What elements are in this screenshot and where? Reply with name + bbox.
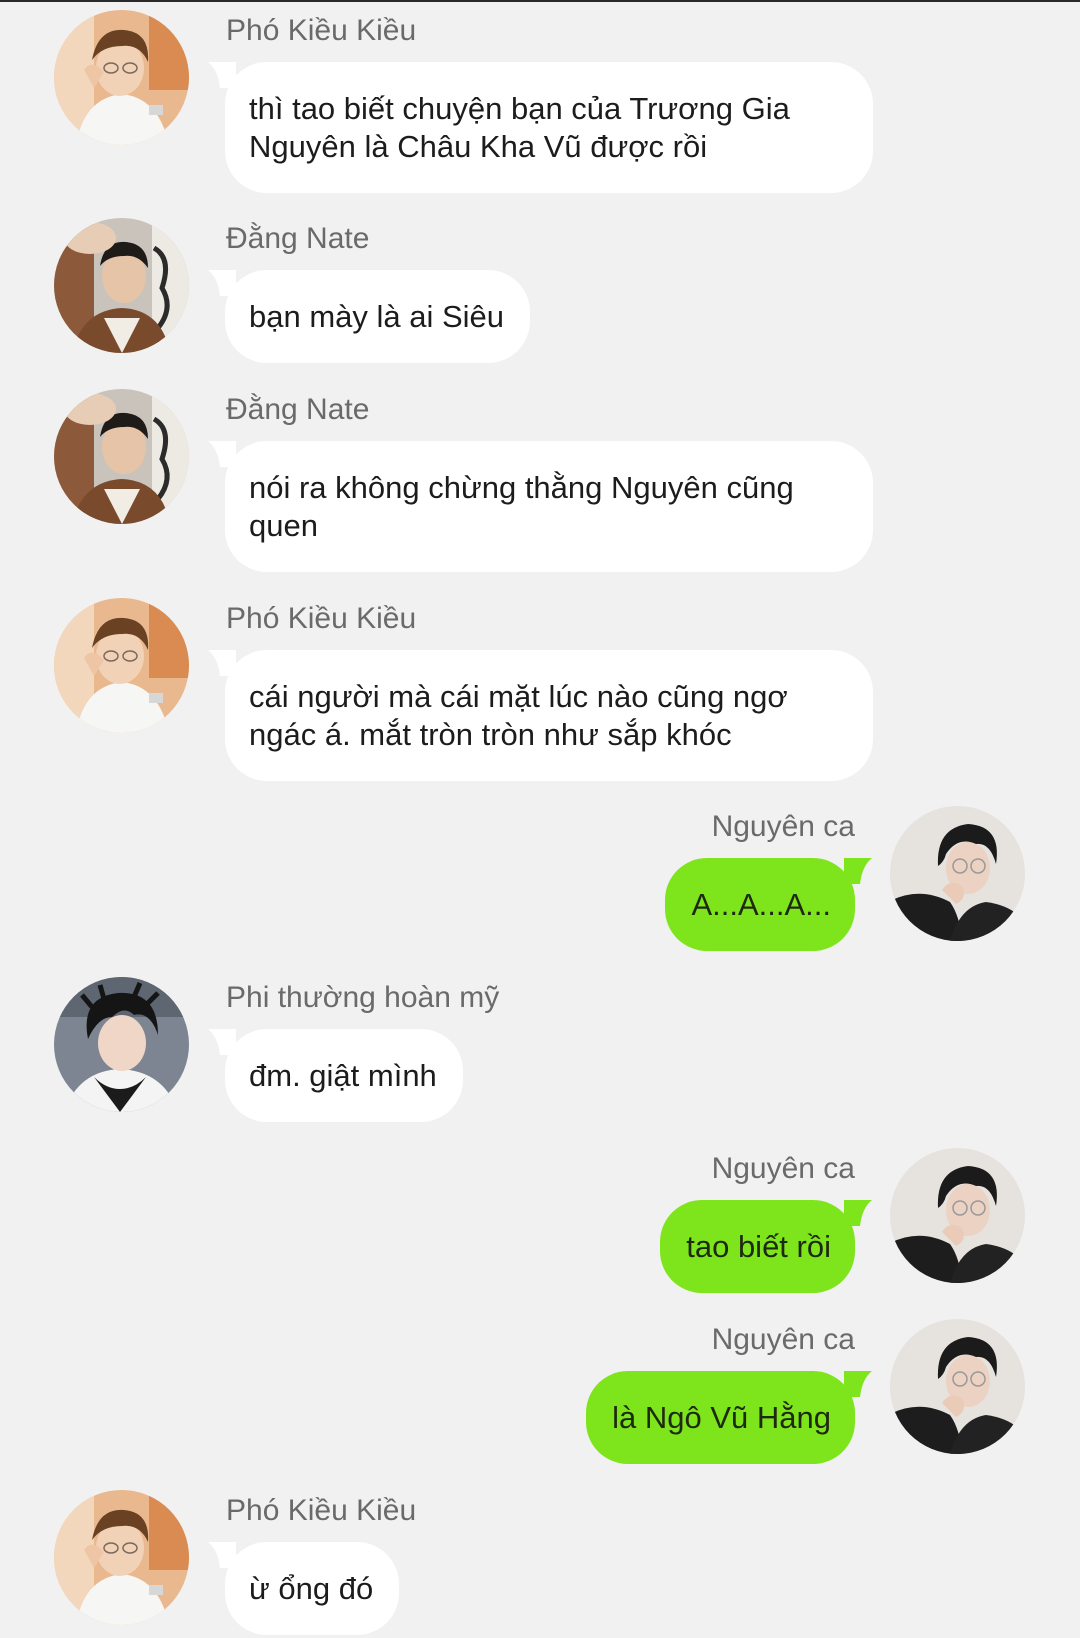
sender-name: Đằng Nate — [226, 222, 370, 255]
message-bubble[interactable]: là Ngô Vũ Hằng — [586, 1371, 855, 1464]
sender-name: Phi thường hoàn mỹ — [226, 981, 500, 1014]
message-bubble[interactable]: tao biết rồi — [660, 1200, 855, 1293]
message-row: Đằng Nate nói ra không chừng thằng Nguyê… — [0, 389, 1080, 572]
avatar-nguyen-ca-icon[interactable] — [890, 1148, 1025, 1283]
message-bubble[interactable]: ừ ổng đó — [225, 1542, 400, 1635]
message-bubble[interactable]: cái người mà cái mặt lúc nào cũng ngơ ng… — [225, 650, 873, 781]
sender-name: Phó Kiều Kiều — [226, 14, 417, 47]
sender-name: Đằng Nate — [226, 393, 370, 426]
sender-name: Nguyên ca — [711, 1323, 855, 1356]
message-row: Phi thường hoàn mỹ đm. giật mình — [0, 977, 1080, 1122]
sender-name: Phó Kiều Kiều — [226, 602, 417, 635]
avatar-nguyen-ca-icon[interactable] — [890, 806, 1025, 941]
sender-name: Nguyên ca — [711, 810, 855, 843]
message-row: Phó Kiều Kiều thì tao biết chuyện bạn củ… — [0, 10, 1080, 193]
message-row: Nguyên ca là Ngô Vũ Hằng — [0, 1319, 1080, 1464]
avatar-dang-nate-icon[interactable] — [54, 218, 189, 353]
avatar-pho-kieu-kieu-icon[interactable] — [54, 598, 189, 733]
message-row: Nguyên ca tao biết rồi — [0, 1148, 1080, 1293]
top-divider — [0, 0, 1080, 2]
message-row: Đằng Nate bạn mày là ai Siêu — [0, 218, 1080, 363]
message-bubble[interactable]: nói ra không chừng thằng Nguyên cũng que… — [225, 441, 873, 572]
avatar-phi-thuong-hoan-my-icon[interactable] — [54, 977, 189, 1112]
message-bubble[interactable]: A...A...A... — [665, 858, 855, 951]
message-row: Nguyên ca A...A...A... — [0, 806, 1080, 951]
avatar-dang-nate-icon[interactable] — [54, 389, 189, 524]
avatar-pho-kieu-kieu-icon[interactable] — [54, 1490, 189, 1625]
message-bubble[interactable]: bạn mày là ai Siêu — [225, 270, 531, 363]
avatar-pho-kieu-kieu-icon[interactable] — [54, 10, 189, 145]
message-row: Phó Kiều Kiều ừ ổng đó — [0, 1490, 1080, 1635]
avatar-nguyen-ca-icon[interactable] — [890, 1319, 1025, 1454]
message-row: Phó Kiều Kiều cái người mà cái mặt lúc n… — [0, 598, 1080, 781]
message-bubble[interactable]: thì tao biết chuyện bạn của Trương Gia N… — [225, 62, 873, 193]
sender-name: Phó Kiều Kiều — [226, 1494, 417, 1527]
message-bubble[interactable]: đm. giật mình — [225, 1029, 463, 1122]
sender-name: Nguyên ca — [711, 1152, 855, 1185]
